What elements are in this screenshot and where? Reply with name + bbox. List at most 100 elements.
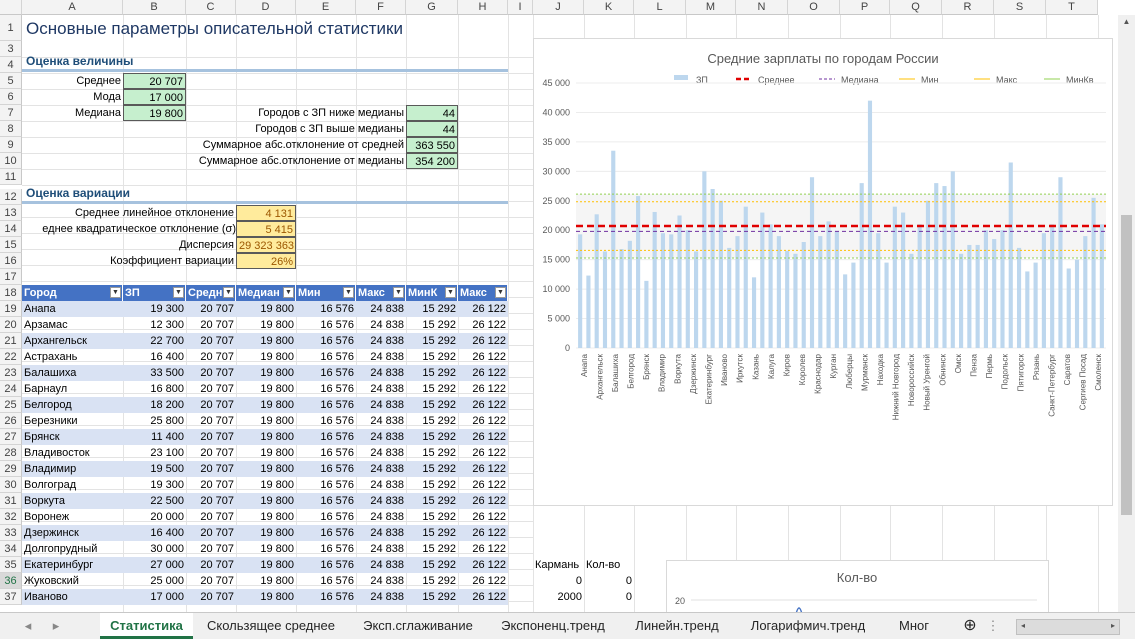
- column-header[interactable]: S: [994, 0, 1046, 15]
- value-cell[interactable]: 20 000: [123, 509, 186, 525]
- value-cell[interactable]: 20 707: [186, 461, 236, 477]
- value-cell[interactable]: 15 292: [406, 413, 458, 429]
- abs-dev-mean-cell[interactable]: 363 550: [406, 137, 458, 153]
- value-cell[interactable]: 24 838: [356, 413, 406, 429]
- value-cell[interactable]: 19 800: [236, 461, 296, 477]
- value-cell[interactable]: 27 000: [123, 557, 186, 573]
- value-cell[interactable]: 16 576: [296, 573, 356, 589]
- value-cell[interactable]: 19 800: [236, 557, 296, 573]
- prev-sheet-icon[interactable]: ◂: [18, 613, 38, 639]
- value-cell[interactable]: 15 292: [406, 429, 458, 445]
- value-cell[interactable]: 16 576: [296, 365, 356, 381]
- city-cell[interactable]: Владимир: [22, 461, 123, 477]
- value-cell[interactable]: 15 292: [406, 349, 458, 365]
- row-header[interactable]: 33: [0, 525, 22, 541]
- value-cell[interactable]: 20 707: [186, 557, 236, 573]
- city-cell[interactable]: Березники: [22, 413, 123, 429]
- value-cell[interactable]: 15 292: [406, 301, 458, 317]
- column-header[interactable]: H: [458, 0, 508, 15]
- value-cell[interactable]: 24 838: [356, 541, 406, 557]
- value-cell[interactable]: 12 300: [123, 317, 186, 333]
- value-cell[interactable]: 30 000: [123, 541, 186, 557]
- row-header[interactable]: 31: [0, 493, 22, 509]
- value-cell[interactable]: 26 122: [458, 349, 508, 365]
- value-cell[interactable]: 15 292: [406, 525, 458, 541]
- value-cell[interactable]: 20 707: [186, 477, 236, 493]
- value-cell[interactable]: 19 800: [236, 381, 296, 397]
- value-cell[interactable]: 15 292: [406, 541, 458, 557]
- row-header[interactable]: 37: [0, 589, 22, 605]
- row-header[interactable]: 25: [0, 397, 22, 413]
- value-cell[interactable]: 20 707: [186, 589, 236, 605]
- value-cell[interactable]: 20 707: [186, 509, 236, 525]
- column-header[interactable]: N: [736, 0, 788, 15]
- column-header[interactable]: G: [406, 0, 458, 15]
- value-cell[interactable]: 19 800: [236, 333, 296, 349]
- value-cell[interactable]: 16 576: [296, 333, 356, 349]
- value-cell[interactable]: 22 500: [123, 493, 186, 509]
- row-header[interactable]: 9: [0, 137, 22, 153]
- value-cell[interactable]: 26 122: [458, 413, 508, 429]
- value-cell[interactable]: 25 000: [123, 573, 186, 589]
- value-cell[interactable]: 19 800: [236, 317, 296, 333]
- mean-value-cell[interactable]: 20 707: [123, 73, 186, 89]
- value-cell[interactable]: 20 707: [186, 381, 236, 397]
- tab-exp-trend[interactable]: Экспоненц.тренд: [489, 613, 617, 639]
- value-cell[interactable]: 20 707: [186, 317, 236, 333]
- value-cell[interactable]: 19 300: [123, 477, 186, 493]
- value-cell[interactable]: 20 707: [186, 429, 236, 445]
- value-cell[interactable]: 26 122: [458, 333, 508, 349]
- value-cell[interactable]: 19 800: [236, 509, 296, 525]
- value-cell[interactable]: 19 800: [236, 589, 296, 605]
- row-header[interactable]: 24: [0, 381, 22, 397]
- value-cell[interactable]: 24 838: [356, 589, 406, 605]
- filter-dropdown-icon[interactable]: ▼: [495, 287, 506, 298]
- above-median-cell[interactable]: 44: [406, 121, 458, 137]
- value-cell[interactable]: 24 838: [356, 557, 406, 573]
- value-cell[interactable]: 16 400: [123, 525, 186, 541]
- row-header[interactable]: 10: [0, 153, 22, 169]
- row-header[interactable]: 13: [0, 205, 22, 221]
- row-header[interactable]: 4: [0, 57, 22, 73]
- column-header[interactable]: M: [686, 0, 736, 15]
- value-cell[interactable]: 19 800: [236, 429, 296, 445]
- variance-cell[interactable]: 29 323 363: [236, 237, 296, 253]
- value-cell[interactable]: 15 292: [406, 445, 458, 461]
- scroll-right-icon[interactable]: ▸: [1107, 619, 1119, 633]
- side-header-count[interactable]: Кол-во: [584, 557, 634, 573]
- value-cell[interactable]: 26 122: [458, 365, 508, 381]
- value-cell[interactable]: 26 122: [458, 509, 508, 525]
- value-cell[interactable]: 20 707: [186, 541, 236, 557]
- value-cell[interactable]: 16 576: [296, 397, 356, 413]
- value-cell[interactable]: 19 500: [123, 461, 186, 477]
- row-header[interactable]: 8: [0, 121, 22, 137]
- value-cell[interactable]: 19 800: [236, 365, 296, 381]
- value-cell[interactable]: 16 576: [296, 301, 356, 317]
- value-cell[interactable]: 24 838: [356, 317, 406, 333]
- value-cell[interactable]: 19 800: [236, 349, 296, 365]
- city-cell[interactable]: Брянск: [22, 429, 123, 445]
- city-cell[interactable]: Жуковский: [22, 573, 123, 589]
- column-header[interactable]: C: [186, 0, 236, 15]
- column-header[interactable]: E: [296, 0, 356, 15]
- value-cell[interactable]: 26 122: [458, 541, 508, 557]
- vertical-scrollbar[interactable]: ▲: [1118, 15, 1135, 612]
- tab-multi[interactable]: Мног: [884, 613, 944, 639]
- column-header[interactable]: L: [634, 0, 686, 15]
- value-cell[interactable]: 19 800: [236, 493, 296, 509]
- spreadsheet-grid[interactable]: ABCDEFGHIJKLMNOPQRST 1234567891011121314…: [0, 0, 1135, 612]
- row-header[interactable]: 26: [0, 413, 22, 429]
- value-cell[interactable]: 19 800: [236, 477, 296, 493]
- city-cell[interactable]: Дзержинск: [22, 525, 123, 541]
- column-header[interactable]: B: [123, 0, 186, 15]
- value-cell[interactable]: 26 122: [458, 381, 508, 397]
- value-cell[interactable]: 19 800: [236, 525, 296, 541]
- value-cell[interactable]: 19 800: [236, 301, 296, 317]
- city-cell[interactable]: Арзамас: [22, 317, 123, 333]
- city-cell[interactable]: Владивосток: [22, 445, 123, 461]
- column-header[interactable]: O: [788, 0, 840, 15]
- value-cell[interactable]: 15 292: [406, 397, 458, 413]
- city-cell[interactable]: Анапа: [22, 301, 123, 317]
- row-header[interactable]: 1: [0, 15, 22, 41]
- column-header[interactable]: R: [942, 0, 994, 15]
